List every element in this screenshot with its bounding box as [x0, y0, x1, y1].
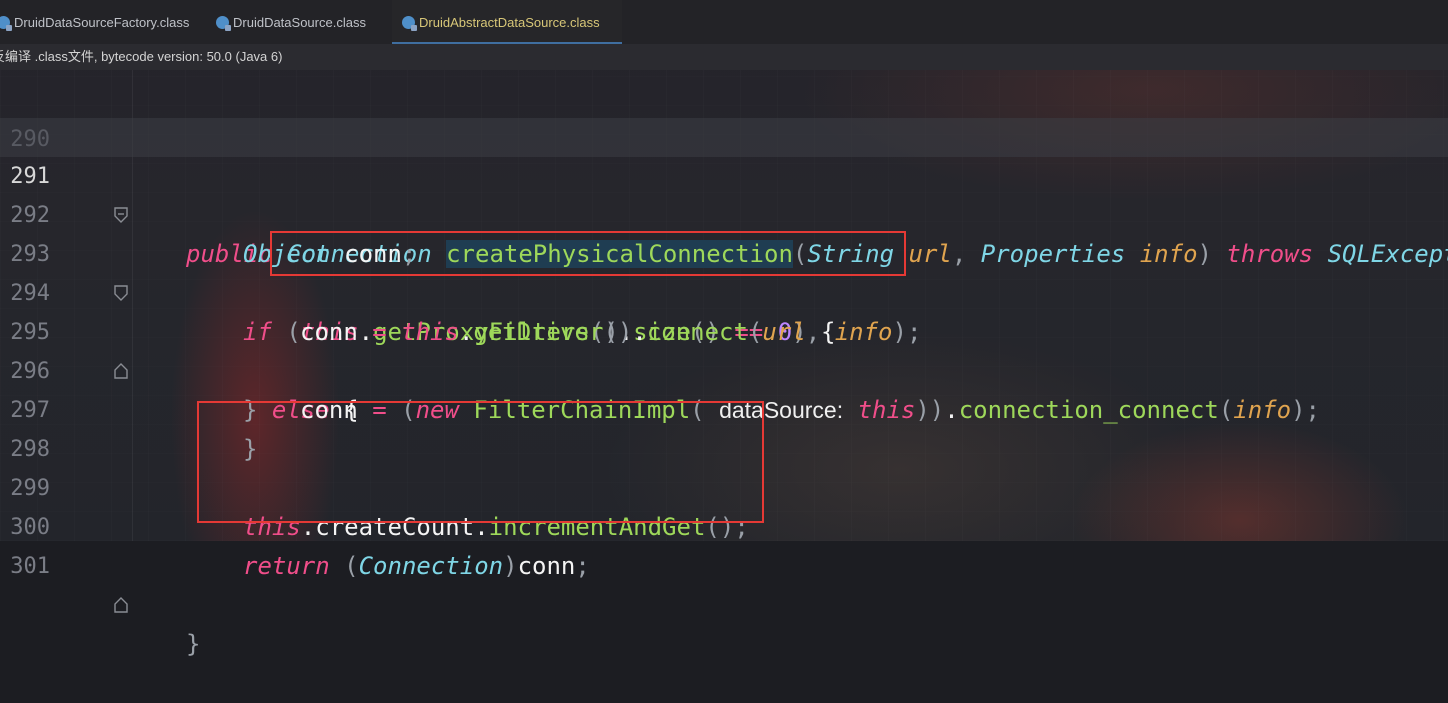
- fold-method-icon[interactable]: [114, 129, 128, 223]
- fold-block-icon[interactable]: [114, 285, 128, 379]
- keyword-return: return: [243, 552, 330, 580]
- code-line: 293 if (this.getProxyFilters().size() ==…: [0, 196, 1448, 346]
- code-statement: }: [186, 625, 200, 664]
- code-line: 296 conn = (new FilterChainImpl( dataSou…: [0, 313, 1448, 424]
- brace: }: [186, 630, 201, 658]
- class-file-icon: [216, 15, 231, 31]
- paren: ): [503, 552, 518, 580]
- editor-tab-bar: DruidDataSourceFactory.class DruidDataSo…: [0, 0, 1448, 45]
- tab-druid-datasource[interactable]: DruidDataSource.class: [202, 0, 392, 44]
- fold-method-end-icon[interactable]: [114, 519, 128, 613]
- tab-label: DruidAbstractDataSource.class: [419, 14, 600, 30]
- code-line: 295 } else {: [0, 274, 1448, 424]
- tab-druid-abstract-datasource[interactable]: DruidAbstractDataSource.class: [392, 0, 622, 45]
- tab-label: DruidDataSourceFactory.class: [14, 14, 190, 30]
- code-line-current: 291 public Connection createPhysicalConn…: [0, 118, 1448, 268]
- line-number: 301: [10, 554, 50, 579]
- class-file-icon: [0, 15, 12, 31]
- code-statement: return (Connection)conn;: [243, 547, 590, 586]
- code-line: 290: [0, 81, 1448, 152]
- semicolon: ;: [575, 552, 590, 580]
- code-line: 297 }: [0, 352, 1448, 463]
- decompiled-notice-bar: 反编译 .class文件, bytecode version: 50.0 (Ja…: [0, 44, 1448, 70]
- class-file-icon: [402, 15, 417, 31]
- tab-label: DruidDataSource.class: [233, 14, 366, 30]
- type-connection: Connection: [358, 552, 504, 580]
- highlight-box-driver-connect: [270, 231, 906, 276]
- decompiled-notice-text: 反编译 .class文件, bytecode version: 50.0 (Ja…: [0, 49, 283, 64]
- fold-block-icon[interactable]: [114, 207, 128, 301]
- var-conn: conn: [517, 552, 576, 580]
- highlight-box-increment-return: [197, 401, 764, 523]
- code-line: 292 Object conn;: [0, 157, 1448, 268]
- tab-druid-datasource-factory[interactable]: DruidDataSourceFactory.class: [0, 0, 202, 44]
- paren: (: [344, 552, 359, 580]
